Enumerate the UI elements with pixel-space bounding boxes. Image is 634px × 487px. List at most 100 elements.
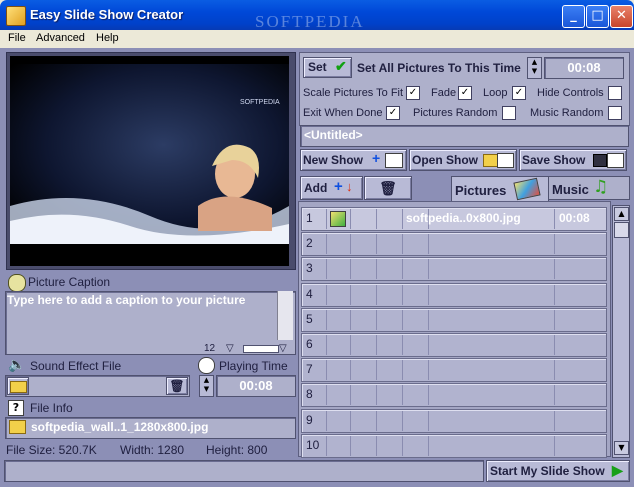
set-button[interactable]: Set ✔ — [303, 57, 352, 78]
scroll-down-icon[interactable]: ▼ — [614, 441, 629, 455]
scale-checkbox[interactable]: ✓ — [406, 86, 420, 100]
window-title: Easy Slide Show Creator — [30, 7, 184, 22]
list-cell-divider — [402, 259, 403, 280]
document-icon — [385, 153, 403, 168]
spin-up-icon[interactable]: ▲ — [200, 376, 213, 385]
list-scrollbar[interactable]: ▲ ▼ — [612, 205, 630, 458]
music-note-icon: ♫ — [593, 177, 609, 197]
file-info-title: File Info — [30, 401, 73, 415]
show-name[interactable]: <Untitled> — [304, 128, 363, 142]
menu-advanced[interactable]: Advanced — [36, 32, 85, 44]
caption-text[interactable]: Type here to add a caption to your pictu… — [7, 293, 272, 308]
tab-pictures[interactable]: Pictures — [451, 176, 549, 201]
pictures-random-checkbox[interactable] — [502, 106, 516, 120]
font-size-slider[interactable] — [243, 345, 279, 353]
help-icon: ? — [8, 400, 24, 416]
thumbnail-icon — [330, 211, 346, 227]
start-slideshow-button[interactable]: Start My Slide Show ▶ — [486, 460, 630, 482]
list-item[interactable]: 1 softpedia..0x800.jpg 00:08 — [301, 207, 607, 231]
spin-down-icon[interactable]: ▼ — [528, 67, 541, 76]
spin-up-icon[interactable]: ▲ — [528, 58, 541, 67]
open-show-button[interactable]: Open Show — [409, 149, 517, 171]
list-item-number: 10 — [306, 437, 320, 452]
list-item[interactable]: 5 — [301, 307, 607, 332]
sound-effect-field[interactable] — [5, 375, 190, 397]
caption-icon — [8, 274, 26, 292]
caption-title: Picture Caption — [28, 275, 111, 289]
list-item[interactable]: 10 — [301, 433, 607, 458]
minimize-button[interactable]: _ — [562, 5, 585, 28]
list-item[interactable]: 3 — [301, 257, 607, 282]
list-cell-divider — [376, 259, 377, 280]
set-all-label: Set All Pictures To This Time — [357, 61, 521, 75]
list-cell-divider — [326, 385, 327, 406]
clock-icon — [198, 357, 215, 374]
list-cell-divider — [350, 410, 351, 431]
arrow-down-icon: ↓ — [346, 179, 353, 194]
app-icon — [6, 6, 26, 26]
save-show-label: Save Show — [522, 153, 586, 167]
list-cell-divider — [350, 335, 351, 355]
hide-controls-checkbox[interactable] — [608, 86, 622, 100]
add-label: Add — [304, 181, 328, 195]
list-cell-divider — [326, 309, 327, 330]
list-item-number: 6 — [306, 337, 313, 351]
font-size-down-icon[interactable]: ▽ — [226, 343, 234, 354]
list-cell-divider — [554, 309, 555, 330]
file-size: File Size: 520.7K — [6, 443, 97, 457]
maximize-button[interactable]: □ — [586, 5, 609, 28]
list-item[interactable]: 9 — [301, 408, 607, 433]
list-cell-divider — [554, 209, 555, 229]
tab-music[interactable]: Music ♫ — [548, 176, 630, 200]
list-cell-divider — [554, 259, 555, 280]
fade-checkbox[interactable]: ✓ — [458, 86, 472, 100]
menu-file[interactable]: File — [8, 32, 26, 44]
playing-time-spinner[interactable]: ▲ ▼ — [199, 375, 214, 397]
list-cell-divider — [428, 309, 429, 330]
list-item[interactable]: 2 — [301, 232, 607, 257]
save-show-button[interactable]: Save Show — [519, 149, 627, 171]
sound-delete-button[interactable]: 🗑 — [166, 377, 188, 395]
list-cell-divider — [554, 335, 555, 355]
spin-down-icon[interactable]: ▼ — [200, 385, 213, 394]
playing-time-title: Playing Time — [219, 359, 288, 373]
new-show-button[interactable]: New Show + — [300, 149, 407, 171]
sound-folder-button[interactable] — [7, 377, 29, 395]
list-item[interactable]: 7 — [301, 358, 607, 383]
list-item-number: 7 — [306, 362, 313, 377]
scroll-up-icon[interactable]: ▲ — [614, 207, 629, 221]
list-cell-divider — [554, 360, 555, 381]
file-info-filename: softpedia_wall..1_1280x800.jpg — [31, 420, 209, 434]
list-item[interactable]: 6 — [301, 333, 607, 357]
list-cell-divider — [554, 410, 555, 431]
list-item[interactable]: 4 — [301, 282, 607, 307]
playing-time-value[interactable]: 00:08 — [216, 375, 296, 397]
list-cell-divider — [350, 385, 351, 406]
menu-help[interactable]: Help — [96, 32, 119, 44]
list-cell-divider — [326, 234, 327, 255]
list-cell-divider — [428, 335, 429, 355]
list-cell-divider — [376, 209, 377, 229]
close-button[interactable]: ✕ — [610, 5, 633, 28]
music-random-checkbox[interactable] — [608, 106, 622, 120]
list-item-number: 2 — [306, 236, 313, 251]
preview-watermark: SOFTPEDIA — [240, 99, 280, 106]
add-button[interactable]: Add + ↓ — [300, 176, 363, 200]
list-item[interactable]: 8 — [301, 383, 607, 408]
font-size-up-icon[interactable]: ▽ — [279, 343, 287, 354]
set-time-spinner[interactable]: ▲ ▼ — [527, 57, 542, 79]
delete-button[interactable]: 🗑 — [364, 176, 412, 200]
list-cell-divider — [376, 410, 377, 431]
set-time-value[interactable]: 00:08 — [544, 57, 624, 79]
list-cell-divider — [326, 360, 327, 381]
list-cell-divider — [326, 259, 327, 280]
image-height: Height: 800 — [206, 443, 268, 457]
file-folder-icon[interactable] — [9, 420, 26, 434]
scroll-thumb[interactable] — [614, 222, 629, 238]
loop-checkbox[interactable]: ✓ — [512, 86, 526, 100]
caption-scrollbar[interactable] — [277, 291, 293, 340]
plus-icon: + — [372, 150, 381, 166]
start-slideshow-label: Start My Slide Show — [490, 464, 605, 478]
title-watermark: SOFTPEDIA — [255, 12, 365, 31]
exit-checkbox[interactable]: ✓ — [386, 106, 400, 120]
